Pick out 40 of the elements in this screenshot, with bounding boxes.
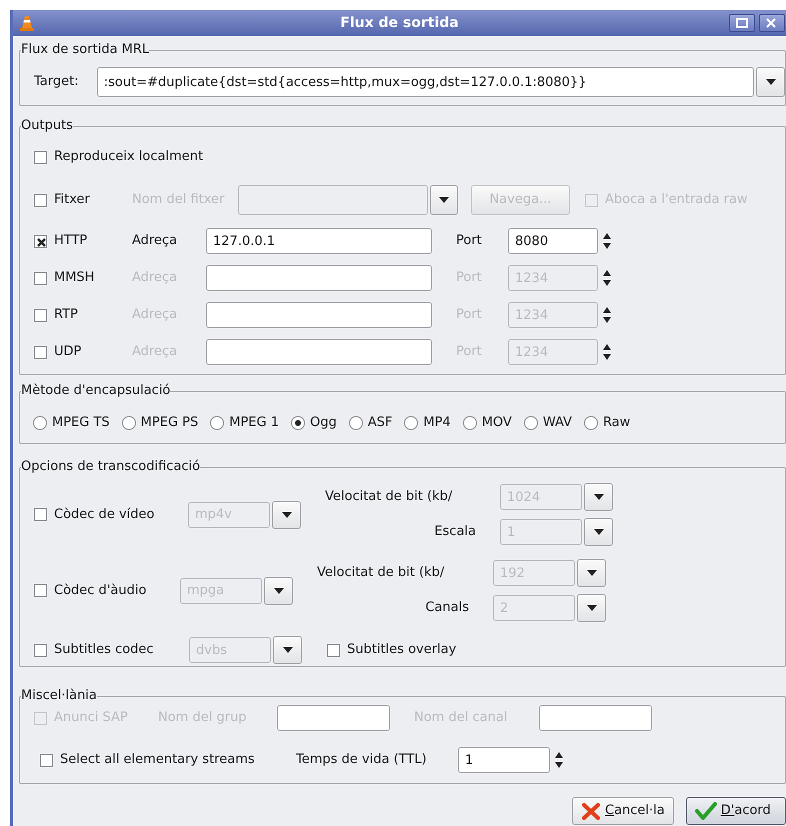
- field-label: Canals: [424, 599, 470, 618]
- radio-option[interactable]: MPEG TS: [33, 413, 110, 433]
- field-label: Adreça: [132, 232, 178, 250]
- target-field[interactable]: :sout=#duplicate{dst=std{access=http,mux=ogg,dst=127.0.0.1:8080}}: [96, 67, 754, 97]
- field-label: Velocitat de bit (kb/: [325, 488, 454, 506]
- field-label: Port: [456, 232, 483, 250]
- field-label: Escala: [433, 523, 477, 542]
- group-title: Miscel·lània: [21, 688, 97, 704]
- ok-button[interactable]: D'acord: [686, 797, 786, 825]
- radio-option[interactable]: MOV: [462, 413, 512, 433]
- checkbox-label: Select all elementary streams: [60, 751, 255, 770]
- radio-option[interactable]: MP4: [404, 413, 451, 433]
- checkbox-label: Subtitles codec: [54, 641, 154, 660]
- window-title: Flux de sortida: [340, 15, 459, 31]
- field-label: Velocitat de bit (kb/: [317, 564, 446, 582]
- checkbox-label: UDP: [54, 343, 82, 362]
- radio-option[interactable]: Ogg: [291, 413, 337, 433]
- checkbox-label: Reproduceix localment: [54, 148, 204, 166]
- group-title: Opcions de transcodificació: [21, 459, 200, 475]
- radio-option[interactable]: WAV: [524, 413, 572, 433]
- radio-option[interactable]: MPEG 1: [210, 413, 279, 433]
- group-title: Outputs: [21, 118, 73, 134]
- checkbox-label: Fitxer: [54, 191, 90, 210]
- checkbox-label: RTP: [54, 306, 78, 324]
- field-label: Temps de vida (TTL): [296, 751, 428, 770]
- radio-option[interactable]: ASF: [348, 413, 392, 433]
- checkbox-label: MMSH: [54, 269, 94, 288]
- checkbox-label: Subtitles overlay: [347, 641, 456, 660]
- checkbox-label: Còdec d'àudio: [54, 582, 146, 600]
- cancel-button[interactable]: Cancel·la: [572, 797, 674, 825]
- group-title: Flux de sortida MRL: [21, 42, 150, 58]
- address-field[interactable]: 127.0.0.1: [206, 228, 432, 254]
- field-label: Target:: [34, 73, 80, 92]
- port-field[interactable]: 8080: [508, 228, 598, 254]
- radio-option[interactable]: Raw: [584, 413, 630, 433]
- checkbox-label: Còdec de vídeo: [54, 506, 154, 524]
- radio-option[interactable]: MPEG PS: [122, 413, 198, 433]
- ttl-field[interactable]: 1: [458, 747, 550, 773]
- group-title: Mètode d'encapsulació: [21, 383, 170, 399]
- checkbox-label: HTTP: [54, 232, 88, 250]
